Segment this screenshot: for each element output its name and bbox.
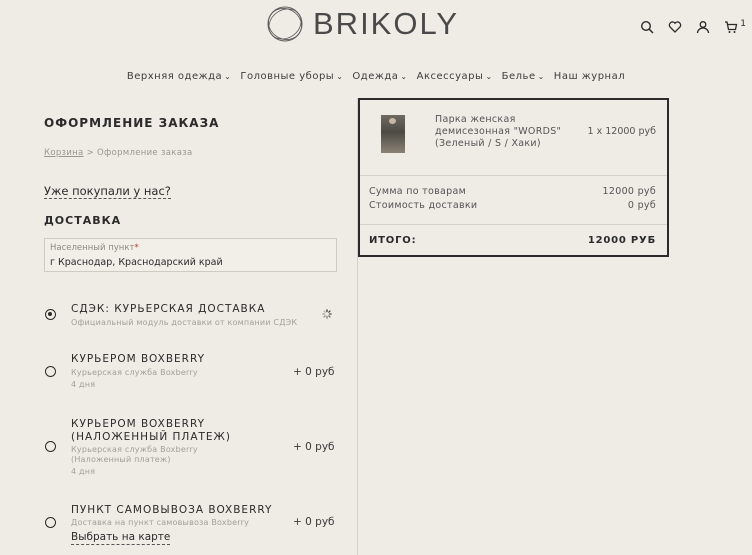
chevron-down-icon: ⌄: [336, 72, 344, 81]
delivery-option-price: + 0 руб: [293, 441, 335, 453]
header-icons: 1: [640, 19, 746, 34]
nav-label: Белье: [501, 71, 536, 82]
product-qty-price: 1 x 12000 руб: [587, 126, 656, 137]
nav-label: Верхняя одежда: [126, 71, 223, 82]
total-row: ИТОГО: 12000 РУБ: [369, 235, 656, 246]
summary-divider: [360, 224, 667, 225]
user-icon[interactable]: [696, 20, 710, 34]
nav-item-headwear[interactable]: Головные уборы ⌄: [240, 71, 343, 82]
delivery-option-title-line2: (НАЛОЖЕННЫЙ ПЛАТЕЖ): [71, 431, 231, 443]
already-bought-link[interactable]: Уже покупали у нас?: [44, 184, 171, 199]
nav-item-accessories[interactable]: Аксессуары ⌄: [417, 71, 493, 82]
logo-circles-icon: [267, 6, 303, 42]
delivery-radio-boxberry-courier[interactable]: [45, 366, 56, 377]
product-thumbnail[interactable]: [381, 115, 405, 153]
city-label-text: Населенный пункт: [50, 243, 135, 253]
nav-label: Аксессуары: [416, 71, 484, 82]
delivery-option-title: КУРЬЕРОМ BOXBERRY: [71, 418, 205, 430]
order-summary: Парка женская демисезонная "WORDS" (Зеле…: [358, 98, 669, 257]
nav-label: Наш журнал: [553, 71, 626, 82]
nav-label: Одежда: [352, 71, 399, 82]
search-icon[interactable]: [640, 20, 654, 34]
delivery-option-subtitle: Курьерская служба Boxberry: [71, 368, 198, 377]
breadcrumb-separator: >: [86, 148, 94, 158]
delivery-option-days: 4 дня: [71, 467, 96, 476]
goods-sum-label: Сумма по товарам: [369, 186, 467, 197]
product-name-line: Парка женская: [435, 114, 516, 125]
city-field-value: г Краснодар, Краснодарский край: [50, 257, 223, 268]
nav-item-clothing[interactable]: Одежда ⌄: [352, 71, 407, 82]
main-nav: Верхняя одежда ⌄ Головные уборы ⌄ Одежда ⌄ …: [0, 71, 752, 82]
cart-count-badge: 1: [740, 19, 746, 29]
breadcrumb-cart-link[interactable]: Корзина: [44, 148, 84, 158]
shipping-cost-row: Стоимость доставки 0 руб: [369, 200, 656, 211]
chevron-down-icon: ⌄: [485, 72, 493, 81]
total-label: ИТОГО:: [369, 235, 417, 246]
breadcrumb-current: Оформление заказа: [97, 148, 193, 158]
product-name-line: демисезонная "WORDS": [435, 126, 562, 137]
nav-item-outerwear[interactable]: Верхняя одежда ⌄: [127, 71, 231, 82]
chevron-down-icon: ⌄: [224, 72, 232, 81]
delivery-option-price: + 0 руб: [293, 516, 335, 528]
brand-name: BRIKOLY: [313, 6, 460, 41]
delivery-option-subtitle: Доставка на пункт самовывоза Boxberry: [71, 518, 250, 527]
cart-icon[interactable]: [724, 20, 738, 34]
goods-sum-row: Сумма по товарам 12000 руб: [369, 186, 656, 197]
city-field-label: Населенный пункт*: [50, 243, 139, 253]
nav-item-journal[interactable]: Наш журнал: [554, 71, 625, 82]
loading-spinner-icon: [322, 309, 332, 319]
delivery-option-subtitle: Курьерская служба Boxberry: [71, 445, 198, 454]
chevron-down-icon: ⌄: [400, 72, 408, 81]
shipping-cost-label: Стоимость доставки: [369, 200, 478, 211]
delivery-radio-cdek[interactable]: [45, 309, 56, 320]
delivery-option-subtitle: Официальный модуль доставки от компании …: [71, 318, 298, 327]
nav-label: Головные уборы: [240, 71, 335, 82]
delivery-option-title: СДЭК: КУРЬЕРСКАЯ ДОСТАВКА: [71, 303, 266, 315]
breadcrumb: Корзина > Оформление заказа: [44, 148, 193, 158]
chevron-down-icon: ⌄: [537, 72, 545, 81]
heart-icon[interactable]: [668, 20, 682, 34]
summary-divider: [360, 175, 667, 176]
nav-item-underwear[interactable]: Белье ⌄: [502, 71, 545, 82]
product-variant: (Зеленый / S / Хаки): [435, 138, 541, 149]
shipping-cost-value: 0 руб: [627, 200, 656, 211]
goods-sum-value: 12000 руб: [602, 186, 656, 197]
delivery-heading: ДОСТАВКА: [44, 214, 122, 227]
city-field[interactable]: Населенный пункт* г Краснодар, Краснодар…: [44, 238, 337, 272]
delivery-radio-boxberry-cod[interactable]: [45, 441, 56, 452]
page-title: ОФОРМЛЕНИЕ ЗАКАЗА: [44, 116, 220, 130]
total-value: 12000 РУБ: [587, 235, 656, 246]
required-marker: *: [134, 243, 139, 253]
delivery-option-title: КУРЬЕРОМ BOXBERRY: [71, 353, 205, 365]
delivery-option-days: 4 дня: [71, 380, 96, 389]
choose-on-map-link[interactable]: Выбрать на карте: [71, 531, 171, 545]
delivery-option-subtitle-line2: (Наложенный платеж): [71, 455, 171, 464]
delivery-option-title: ПУНКТ САМОВЫВОЗА BOXBERRY: [71, 504, 273, 516]
delivery-option-price: + 0 руб: [293, 366, 335, 378]
product-name[interactable]: Парка женская демисезонная "WORDS" (Зеле…: [435, 114, 585, 150]
brand-logo[interactable]: BRIKOLY: [265, 4, 459, 44]
delivery-radio-boxberry-pickup[interactable]: [45, 517, 56, 528]
